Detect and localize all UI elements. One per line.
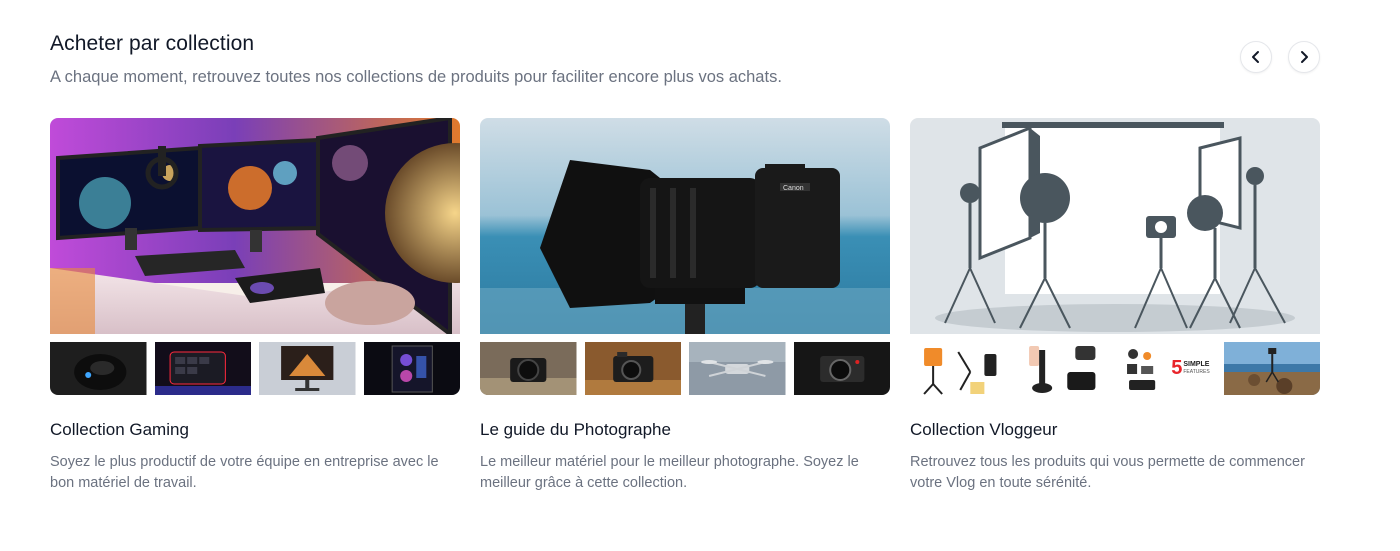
collection-card-photographer[interactable]: Canon Le guide du Photographe Le meilleu…	[480, 118, 890, 494]
thumbnail-tripod-on-beach[interactable]	[1223, 342, 1320, 395]
section-header: Acheter par collection A chaque moment, …	[50, 32, 782, 87]
collection-title[interactable]: Collection Gaming	[50, 420, 460, 440]
collection-hero-image[interactable]	[50, 118, 460, 334]
collection-card-vlogger[interactable]: 5 SIMPLE FEATURES Collection Vloggeur Re…	[910, 118, 1320, 494]
collection-title[interactable]: Le guide du Photographe	[480, 420, 890, 440]
carousel-prev-button[interactable]	[1240, 41, 1272, 73]
carousel-next-button[interactable]	[1288, 41, 1320, 73]
collection-hero-image[interactable]: Canon	[480, 118, 890, 334]
thumbnail-gaming-pc-case[interactable]	[363, 342, 460, 395]
chevron-left-icon	[1252, 51, 1259, 63]
thumbnail-gaming-keypad[interactable]	[154, 342, 251, 395]
thumbnail-phone-rig-kit[interactable]	[1014, 342, 1111, 395]
thumbnail-fujifilm-camera[interactable]	[584, 342, 681, 395]
thumbnail-caption-line2: FEATURES	[1183, 369, 1210, 375]
thumbnail-gaming-monitor[interactable]	[259, 342, 356, 395]
thumbnail-vlog-tripod-kit[interactable]	[910, 342, 1007, 395]
collection-thumbnails	[50, 342, 460, 395]
thumbnail-camera-on-ground[interactable]	[480, 342, 577, 395]
thumbnail-caption-line1: SIMPLE	[1183, 361, 1209, 368]
section-subtitle: A chaque moment, retrouvez toutes nos co…	[50, 68, 782, 86]
collection-card-gaming[interactable]: Collection Gaming Soyez le plus producti…	[50, 118, 460, 494]
thumbnail-leica-camera[interactable]	[793, 342, 890, 395]
camera-brand-mark: Canon	[783, 185, 804, 192]
collection-hero-image[interactable]	[910, 118, 1320, 334]
collection-title[interactable]: Collection Vloggeur	[910, 420, 1320, 440]
chevron-right-icon	[1301, 51, 1308, 63]
section-title: Acheter par collection	[50, 32, 255, 55]
collection-description: Le meilleur matériel pour le meilleur ph…	[480, 454, 859, 491]
thumbnail-number: 5	[1171, 357, 1182, 379]
thumbnail-gaming-mouse[interactable]	[50, 342, 147, 395]
collection-description: Soyez le plus productif de votre équipe …	[50, 454, 439, 491]
collection-description: Retrouvez tous les produits qui vous per…	[910, 454, 1305, 491]
thumbnail-5-simple-features-kit[interactable]: 5 SIMPLE FEATURES	[1119, 342, 1216, 395]
thumbnail-drone[interactable]	[689, 342, 786, 395]
collection-thumbnails	[480, 342, 890, 395]
collection-thumbnails: 5 SIMPLE FEATURES	[910, 342, 1320, 395]
